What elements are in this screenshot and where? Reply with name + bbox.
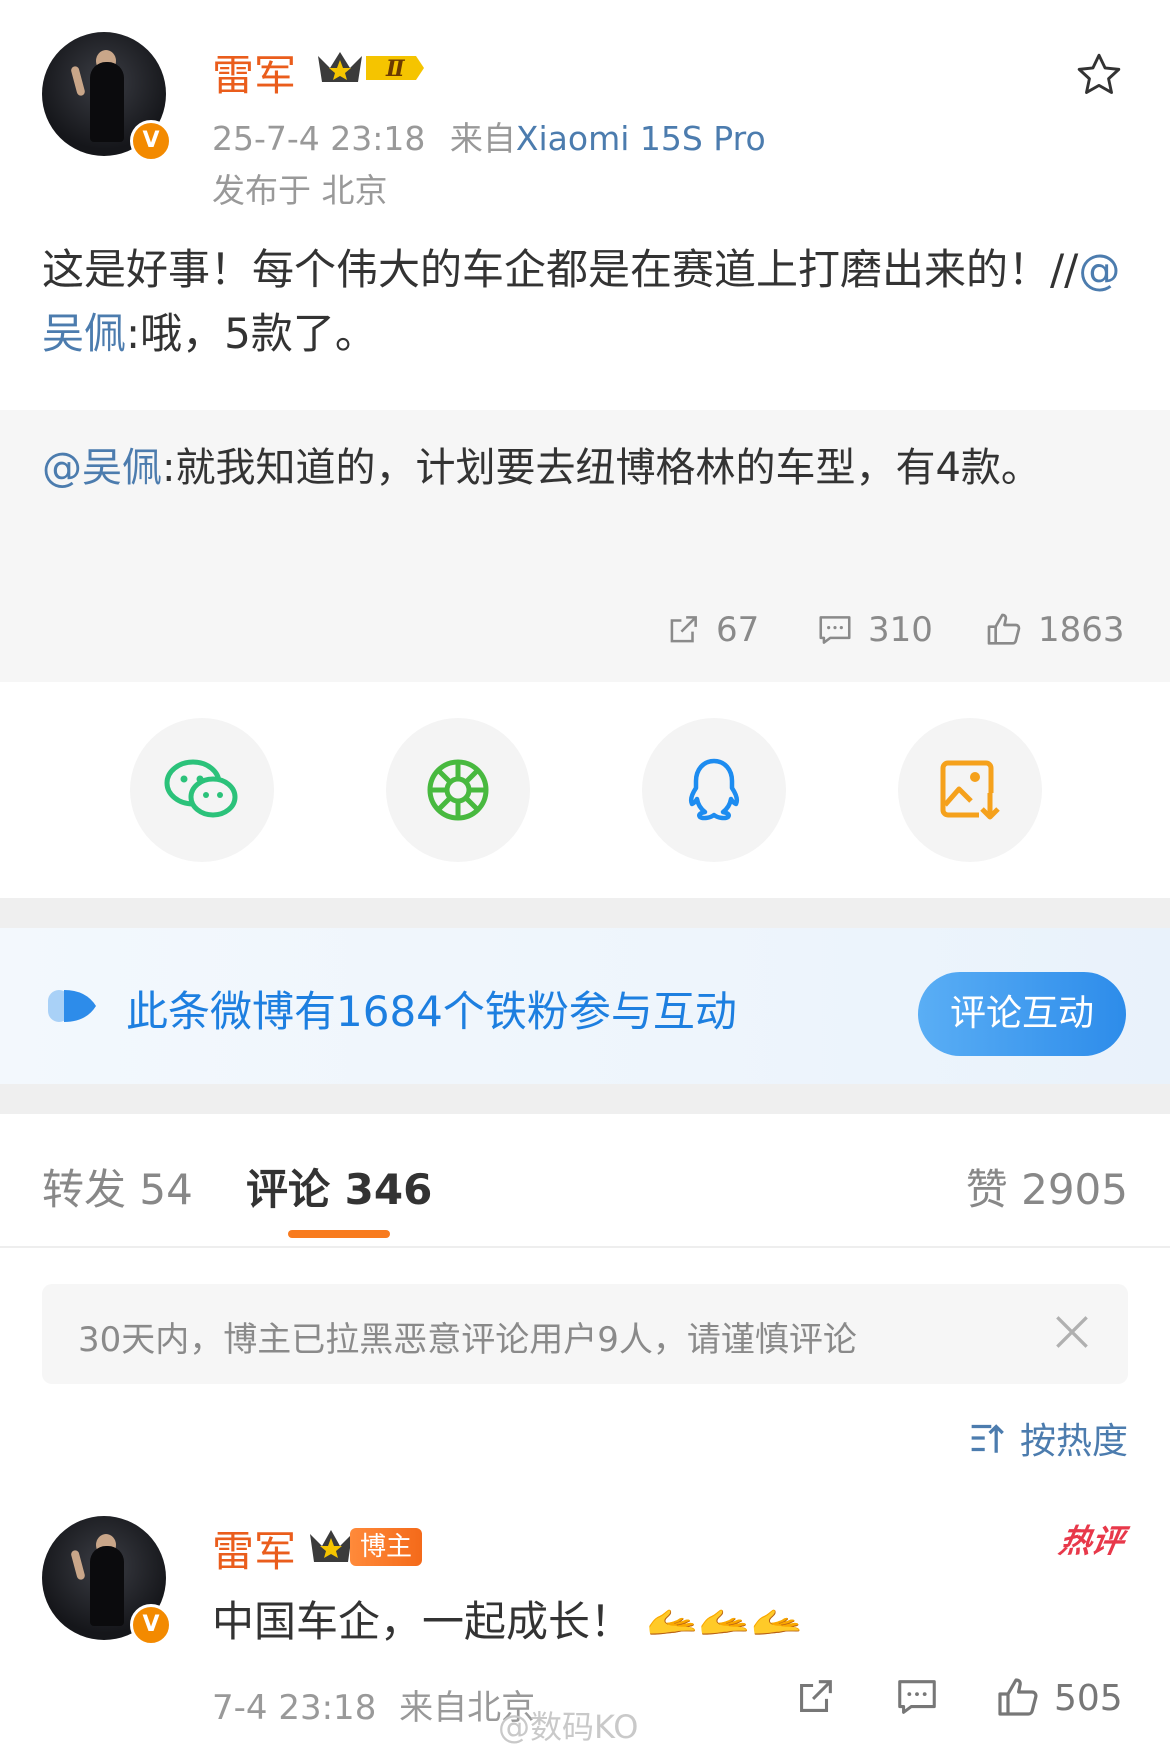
save-image-icon — [940, 760, 1001, 821]
share-row — [0, 718, 1170, 864]
source-prefix: 来自 — [449, 119, 516, 158]
quote-comment-count: 310 — [868, 610, 933, 650]
comment-interact-button[interactable]: 评论互动 — [918, 972, 1126, 1056]
post-text-main: 这是好事！每个伟大的车企都是在赛道上打磨出来的！// — [42, 245, 1079, 294]
moments-icon — [427, 759, 489, 821]
qq-icon — [688, 758, 740, 821]
quote-mention[interactable]: @吴佩 — [42, 445, 162, 491]
active-tab-indicator — [288, 1230, 390, 1238]
quote-comment-stat[interactable]: 310 — [816, 610, 933, 650]
post-text-tail: :哦，5款了。 — [126, 309, 377, 358]
share-wechat-button[interactable] — [130, 718, 274, 862]
thumbs-up-icon — [998, 1678, 1038, 1716]
thumbs-up-icon — [987, 613, 1021, 645]
wechat-icon — [164, 759, 238, 818]
author-name[interactable]: 雷军 — [212, 42, 296, 103]
notice-text: 30天内，博主已拉黑恶意评论用户9人，请谨慎评论 — [78, 1320, 857, 1360]
sort-by-hot-button[interactable]: 按热度 — [968, 1412, 1128, 1464]
comment-body: 中国车企，一起成长！ — [212, 1597, 633, 1646]
quote-like-stat[interactable]: 1863 — [984, 610, 1125, 650]
comment-author-name[interactable]: 雷军 — [212, 1518, 296, 1579]
comment-vip-crown-icon — [310, 1530, 352, 1562]
comment-like-count: 505 — [1054, 1677, 1123, 1719]
sort-icon — [971, 1424, 1004, 1453]
post-time: 25-7-4 23:18 — [212, 119, 426, 158]
quote-text: @吴佩:就我知道的，计划要去纽博格林的车型，有4款。 — [42, 436, 1132, 500]
sort-label: 按热度 — [1019, 1421, 1128, 1462]
post-text: 这是好事！每个伟大的车企都是在赛道上打磨出来的！//@吴佩:哦，5款了。 — [42, 238, 1132, 366]
fans-play-icon — [48, 990, 96, 1022]
share-qq-button[interactable] — [642, 718, 786, 862]
repost-icon — [670, 616, 697, 643]
section-divider — [0, 898, 1170, 928]
quote-like-count: 1863 — [1038, 610, 1125, 650]
comment-icon — [898, 1680, 936, 1714]
repost-icon — [800, 1680, 832, 1712]
share-save-image-button[interactable] — [898, 718, 1042, 862]
hot-comment-label: 热评 — [1056, 1522, 1127, 1560]
comment-icon — [819, 616, 851, 644]
close-icon[interactable] — [1050, 1310, 1094, 1354]
star-favorite-icon[interactable] — [1074, 50, 1124, 100]
share-moments-button[interactable] — [386, 718, 530, 862]
verified-badge-icon: V — [130, 120, 172, 162]
vip-level: Ⅱ — [385, 56, 406, 82]
comment-text: 中国车企，一起成长！ 🫴🫴🫴 — [212, 1588, 803, 1649]
blacklist-notice: 30天内，博主已拉黑恶意评论用户9人，请谨慎评论 — [42, 1284, 1128, 1384]
quoted-post[interactable]: @吴佩:就我知道的，计划要去纽博格林的车型，有4款。 67 310 1863 — [0, 410, 1170, 682]
comment-repost-button[interactable] — [792, 1674, 838, 1720]
post-location: 发布于 北京 — [212, 171, 388, 210]
comment-verified-badge-icon: V — [130, 1604, 172, 1646]
fans-banner-text: 此条微博有1684个铁粉参与互动 — [126, 987, 737, 1036]
fans-banner[interactable]: 此条微博有1684个铁粉参与互动 评论互动 — [0, 928, 1170, 1084]
quote-repost-count: 67 — [716, 610, 760, 650]
comment-meta: 7-4 23:18 来自北京 — [212, 1680, 535, 1729]
comment-emoji: 🫴🫴🫴 — [646, 1597, 803, 1646]
quote-repost-stat[interactable]: 67 — [664, 610, 759, 650]
author-tag-badge: 博主 — [350, 1528, 423, 1566]
tab-comment[interactable]: 评论 346 — [246, 1156, 432, 1217]
post-device[interactable]: Xiaomi 15S Pro — [516, 119, 766, 158]
comment-reply-button[interactable] — [894, 1674, 940, 1720]
tab-like[interactable]: 赞 2905 — [966, 1156, 1128, 1217]
post-meta: 25-7-4 23:18 来自Xiaomi 15S Pro — [212, 112, 766, 160]
section-divider — [0, 1084, 1170, 1114]
quote-body: :就我知道的，计划要去纽博格林的车型，有4款。 — [162, 445, 1041, 491]
tab-bar: 转发 54 评论 346 赞 2905 — [0, 1114, 1170, 1248]
tab-repost[interactable]: 转发 54 — [42, 1156, 193, 1217]
comment-like-button[interactable]: 505 — [994, 1674, 1123, 1722]
vip-crown-icon: Ⅱ — [318, 52, 424, 82]
comment-time: 7-4 23:18 — [212, 1688, 377, 1728]
watermark: @数码KO — [498, 1708, 639, 1746]
